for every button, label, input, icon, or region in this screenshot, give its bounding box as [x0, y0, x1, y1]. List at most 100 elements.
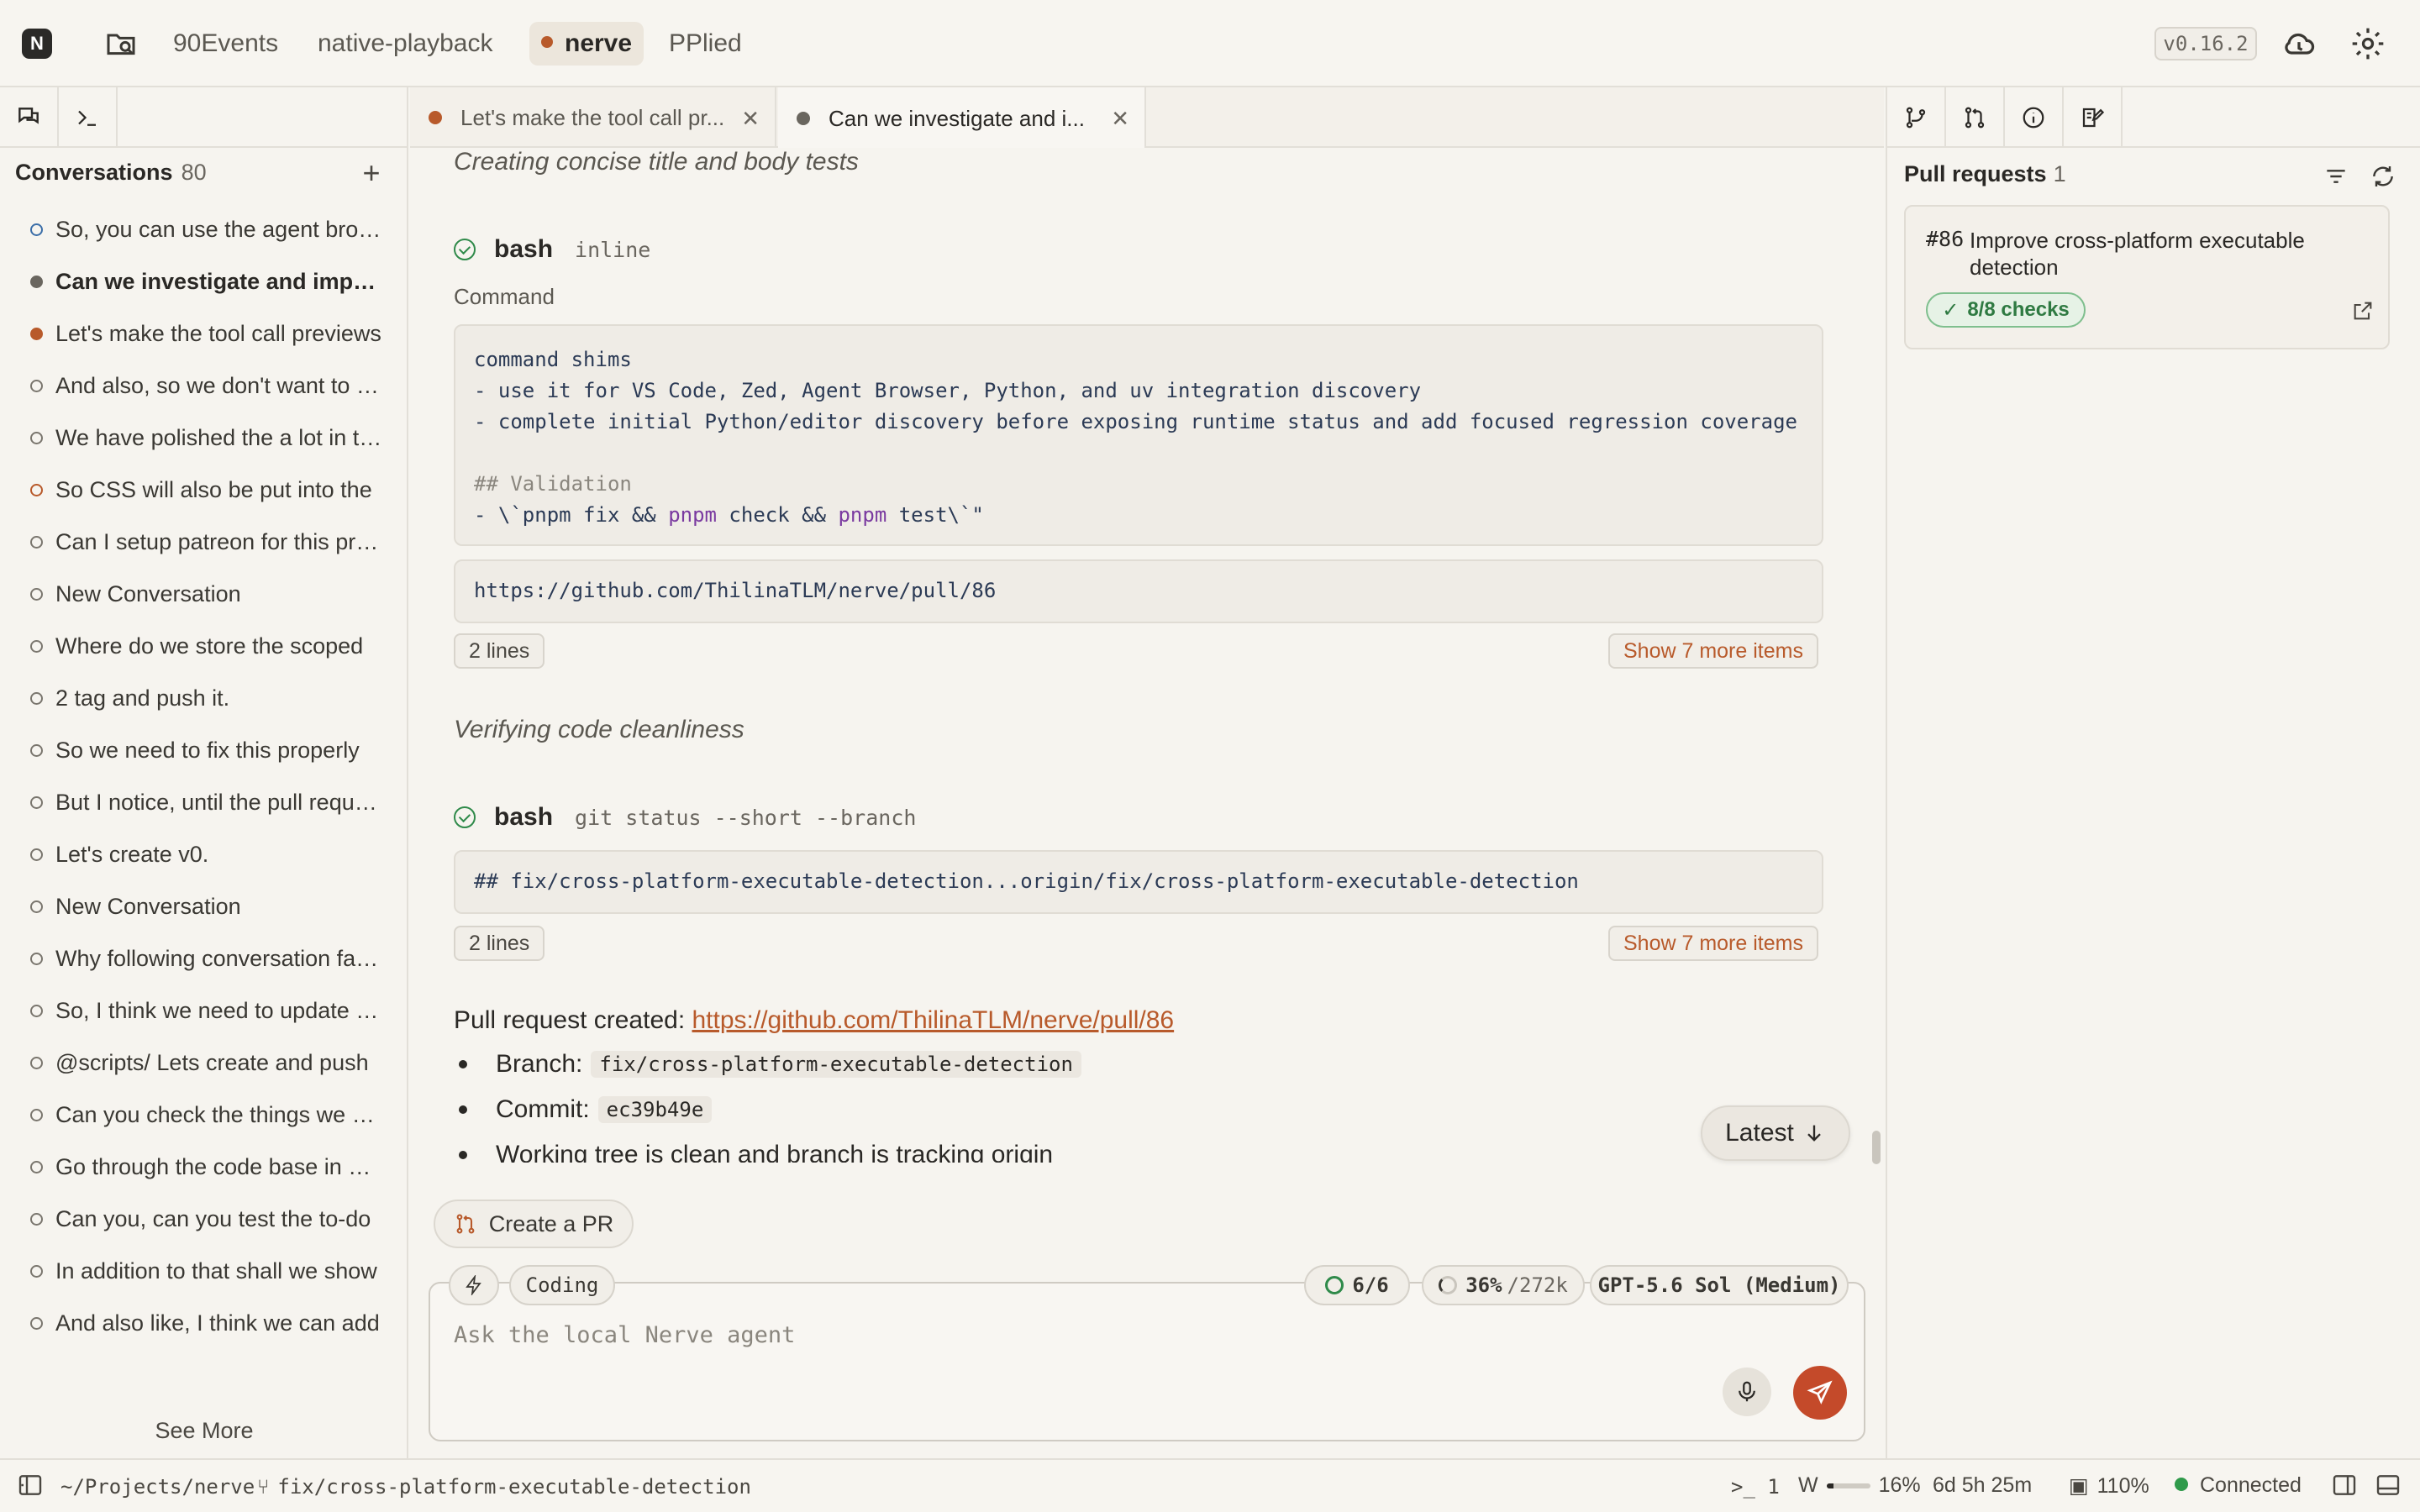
quick-actions-button[interactable]: [449, 1265, 499, 1305]
conversation-item[interactable]: Where do we store the scoped: [0, 620, 408, 672]
context-usage[interactable]: 36% /272k: [1422, 1265, 1585, 1305]
tab-terminal[interactable]: [59, 87, 118, 148]
conversation-item[interactable]: New Conversation: [0, 880, 408, 932]
conversation-item[interactable]: Can we investigate and improve the: [0, 255, 408, 307]
git-branch[interactable]: ⑂ fix/cross-platform-executable-detection: [257, 1475, 751, 1499]
command-code-block: command shims - use it for VS Code, Zed, …: [454, 324, 1823, 546]
show-more-button[interactable]: Show 7 more items: [1608, 926, 1818, 961]
conversation-item[interactable]: So, I think we need to update the: [0, 984, 408, 1037]
close-icon[interactable]: ✕: [741, 106, 760, 132]
conversation-status-dot: [30, 484, 43, 496]
conversation-item[interactable]: Can you check the things we can: [0, 1089, 408, 1141]
zoom-icon: ▣: [2069, 1474, 2089, 1498]
arrow-down-icon: [1807, 1125, 1821, 1142]
create-pr-button[interactable]: Create a PR: [434, 1200, 634, 1248]
chat-scrollbar[interactable]: [1872, 1131, 1881, 1164]
external-link-icon[interactable]: [2351, 299, 2375, 323]
tool-call-header[interactable]: bash git status --short --branch: [454, 803, 916, 832]
show-more-button[interactable]: Show 7 more items: [1608, 633, 1818, 669]
conversation-item[interactable]: So we need to fix this properly: [0, 724, 408, 776]
tab-status-dot: [429, 111, 442, 124]
project-tab-native-playback[interactable]: native-playback: [306, 22, 504, 66]
conversation-title: So, you can use the agent browser to tes…: [55, 216, 383, 242]
tab-notes[interactable]: [2064, 87, 2123, 148]
conversation-item[interactable]: New Conversation: [0, 568, 408, 620]
conversation-status-dot: [30, 1265, 43, 1278]
see-more-button[interactable]: See More: [0, 1418, 408, 1444]
conversation-item[interactable]: Let's make the tool call previews: [0, 307, 408, 360]
conversation-item[interactable]: In addition to that shall we show: [0, 1245, 408, 1297]
git-branch-icon: ⑂: [257, 1475, 270, 1499]
info-icon: [2023, 107, 2044, 129]
tool-call-header[interactable]: bash inline: [454, 235, 650, 264]
command-output-block: ## fix/cross-platform-executable-detecti…: [454, 850, 1823, 914]
tab-info[interactable]: [2005, 87, 2064, 148]
message-input[interactable]: [454, 1322, 1630, 1348]
zoom-level[interactable]: ▣ 110%: [2069, 1473, 2149, 1499]
toggle-bottom-panel-icon[interactable]: [2375, 1472, 2402, 1504]
mode-selector[interactable]: Coding: [509, 1265, 615, 1305]
cloud-sync-icon[interactable]: [2281, 25, 2317, 62]
tab-pull-requests[interactable]: [1946, 87, 2005, 148]
terminal-count[interactable]: >_ 1: [1731, 1475, 1780, 1499]
filter-icon[interactable]: [2323, 163, 2349, 190]
conversation-status-dot: [30, 1109, 43, 1121]
close-icon[interactable]: ✕: [1111, 106, 1129, 132]
conversation-item[interactable]: Why following conversation failed: [0, 932, 408, 984]
command-output-block: https://github.com/ThilinaTLM/nerve/pull…: [454, 559, 1823, 623]
project-picker-icon[interactable]: [104, 27, 138, 60]
conversation-title: And also, so we don't want to limit: [55, 372, 383, 398]
tasks-progress[interactable]: 6/6: [1304, 1265, 1410, 1305]
weekly-usage-meter: [1826, 1483, 1870, 1489]
conversation-item[interactable]: Go through the code base in each: [0, 1141, 408, 1193]
project-status-dot: [541, 36, 553, 49]
conversation-item[interactable]: So CSS will also be put into the: [0, 464, 408, 516]
gear-icon[interactable]: [2349, 25, 2386, 62]
conversation-title: Can you, can you test the to-do: [55, 1205, 371, 1231]
uptime: 6d 5h 25m: [1933, 1473, 2033, 1497]
conversation-item[interactable]: 2 tag and push it.: [0, 672, 408, 724]
conversation-item[interactable]: Can I setup patreon for this project: [0, 516, 408, 568]
command-label: Command: [454, 284, 555, 309]
connection-status: Connected: [2175, 1473, 2302, 1498]
conversation-item[interactable]: And also like, I think we can add: [0, 1297, 408, 1349]
conversation-status-dot: [30, 223, 43, 236]
toggle-right-panel-icon[interactable]: [2331, 1472, 2358, 1504]
model-selector[interactable]: GPT-5.6 Sol (Medium): [1590, 1265, 1849, 1305]
pr-link[interactable]: https://github.com/ThilinaTLM/nerve/pull…: [692, 1006, 1175, 1034]
conversation-status-dot: [30, 1057, 43, 1069]
check-icon: ✓: [1942, 298, 1960, 322]
conversation-status-dot: [30, 1213, 43, 1226]
conversation-item[interactable]: And also, so we don't want to limit: [0, 360, 408, 412]
tab-branches[interactable]: [1887, 87, 1946, 148]
conversation-title: In addition to that shall we show: [55, 1257, 377, 1284]
conversation-item[interactable]: So, you can use the agent browser to tes…: [0, 203, 408, 255]
thinking-text: Creating concise title and body tests: [454, 148, 859, 176]
conversation-item[interactable]: Let's create v0.: [0, 828, 408, 880]
conversation-item[interactable]: @scripts/ Lets create and push: [0, 1037, 408, 1089]
toggle-sidebar-icon[interactable]: [17, 1472, 44, 1504]
pr-checks-badge[interactable]: ✓ 8/8 checks: [1926, 292, 2086, 328]
conversation-item[interactable]: But I notice, until the pull request: [0, 776, 408, 828]
scroll-to-latest-button[interactable]: Latest: [1701, 1105, 1850, 1161]
conversation-item[interactable]: Can you, can you test the to-do: [0, 1193, 408, 1245]
tab-investigate-improve[interactable]: Can we investigate and i... ✕: [778, 87, 1146, 150]
send-button[interactable]: [1793, 1366, 1847, 1420]
refresh-icon[interactable]: [2370, 163, 2396, 190]
project-tab-pplied[interactable]: PPlied: [657, 22, 754, 66]
conversation-title: But I notice, until the pull request: [55, 789, 383, 815]
microphone-button[interactable]: [1723, 1368, 1771, 1416]
tab-tool-call-previews[interactable]: Let's make the tool call pr... ✕: [410, 87, 776, 148]
pull-request-card[interactable]: #86 Improve cross-platform executable de…: [1904, 205, 2390, 349]
conversation-title: We have polished the a lot in the: [55, 424, 383, 450]
connection-dot: [2175, 1478, 2188, 1492]
pull-request-icon: [456, 1214, 475, 1234]
pr-number: #86: [1926, 227, 1965, 251]
conversation-item[interactable]: We have polished the a lot in the: [0, 412, 408, 464]
add-conversation-button[interactable]: +: [356, 158, 387, 190]
pr-created-message: Pull request created: https://github.com…: [454, 1006, 1175, 1034]
project-tab-90events[interactable]: 90Events: [161, 22, 290, 66]
project-tab-nerve[interactable]: nerve: [529, 22, 644, 66]
tab-conversations[interactable]: [0, 87, 59, 148]
